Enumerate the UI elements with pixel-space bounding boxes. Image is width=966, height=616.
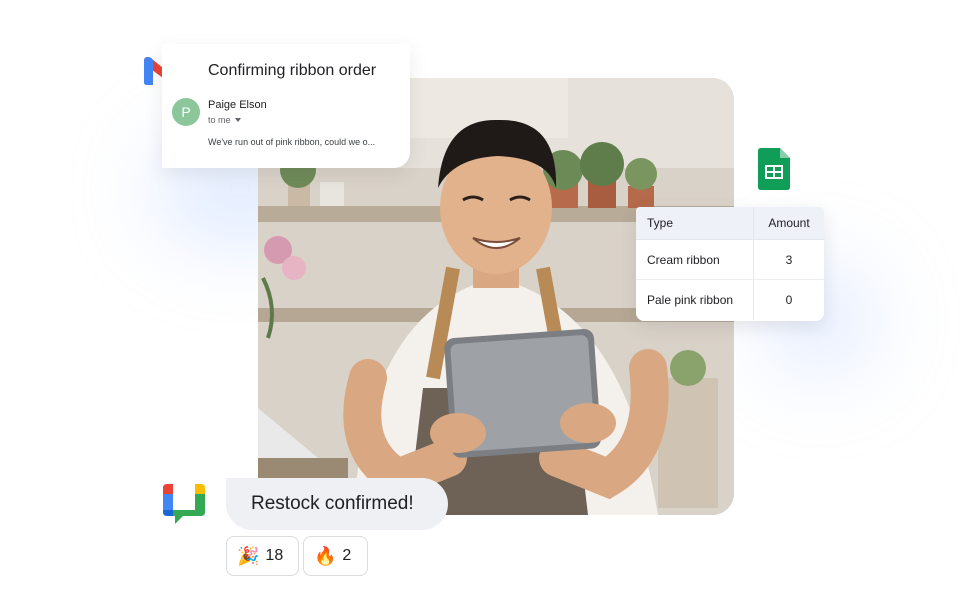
reaction-fire-button[interactable]: 🔥 2 xyxy=(303,536,368,576)
cell-type[interactable]: Cream ribbon xyxy=(636,240,754,279)
google-chat-icon xyxy=(163,484,205,528)
email-snippet: We've run out of pink ribbon, could we o… xyxy=(208,137,376,147)
table-header: Type Amount xyxy=(636,207,824,240)
cell-amount[interactable]: 0 xyxy=(754,280,824,320)
fire-icon: 🔥 xyxy=(314,545,337,566)
reaction-party-button[interactable]: 🎉 18 xyxy=(226,536,299,576)
spreadsheet-card[interactable]: Type Amount Cream ribbon 3 Pale pink rib… xyxy=(636,207,824,321)
sender-avatar: P xyxy=(172,98,200,126)
chevron-down-icon xyxy=(234,118,241,122)
cell-amount[interactable]: 3 xyxy=(754,240,824,279)
recipient-label: to me xyxy=(208,115,231,125)
sender-name: Paige Elson xyxy=(208,99,267,111)
sheets-icon xyxy=(758,148,790,190)
email-subject: Confirming ribbon order xyxy=(208,62,377,79)
cell-type[interactable]: Pale pink ribbon xyxy=(636,280,754,320)
chat-message: Restock confirmed! xyxy=(226,478,448,530)
reaction-count: 18 xyxy=(265,547,284,564)
column-header-amount: Amount xyxy=(768,216,810,230)
reaction-count: 2 xyxy=(342,547,352,564)
party-popper-icon: 🎉 xyxy=(237,545,260,566)
table-row[interactable]: Pale pink ribbon 0 xyxy=(636,280,824,320)
table-row[interactable]: Cream ribbon 3 xyxy=(636,240,824,280)
email-preview-card[interactable]: Confirming ribbon order P Paige Elson to… xyxy=(162,44,410,168)
column-header-type: Type xyxy=(636,207,754,239)
recipient-line[interactable]: to me xyxy=(208,115,241,125)
